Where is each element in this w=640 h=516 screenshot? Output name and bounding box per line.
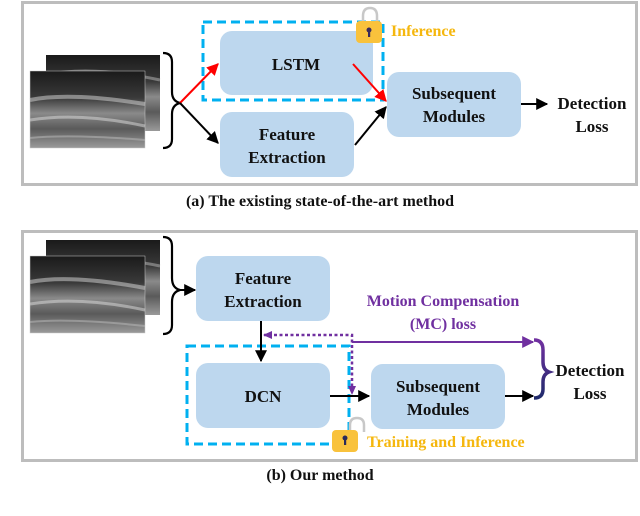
feature-extraction-module-b: Feature Extraction bbox=[196, 256, 330, 321]
feature-extraction-label-line2: Extraction bbox=[248, 148, 326, 167]
subsequent-label-line2: Modules bbox=[423, 107, 486, 126]
arrow-feature-to-subsequent bbox=[354, 106, 387, 146]
inference-tag: Inference bbox=[391, 23, 456, 40]
mc-arrowhead-down bbox=[348, 386, 356, 395]
detection-loss-a-line1: Detection bbox=[558, 94, 627, 113]
lstm-label: LSTM bbox=[272, 55, 320, 74]
mc-loss-label-line1: Motion Compensation bbox=[367, 293, 520, 310]
arrow-input-to-feature bbox=[179, 102, 219, 144]
input-frames-a bbox=[29, 51, 181, 150]
diagram-canvas: LSTM Feature Extraction Subsequent Modul… bbox=[29, 6, 627, 452]
input-brace bbox=[162, 235, 181, 336]
subsequent-modules-b: Subsequent Modules bbox=[371, 364, 505, 429]
input-frames-b bbox=[29, 235, 181, 336]
detection-loss-b-line2: Loss bbox=[573, 384, 606, 403]
dcn-label: DCN bbox=[245, 387, 283, 406]
loss-combine-brace bbox=[533, 338, 555, 400]
subsequent-label-line2: Modules bbox=[407, 400, 470, 419]
video-frames-icon bbox=[29, 240, 161, 334]
input-brace bbox=[162, 51, 181, 150]
subsequent-label-line1: Subsequent bbox=[412, 84, 496, 103]
feature-extraction-module-a: Feature Extraction bbox=[220, 112, 354, 177]
mc-arrowhead-left bbox=[263, 331, 272, 339]
detection-loss-b-line1: Detection bbox=[556, 361, 625, 380]
lstm-module: LSTM bbox=[220, 31, 373, 95]
feature-extraction-label-line1: Feature bbox=[235, 269, 292, 288]
dcn-module: DCN bbox=[196, 363, 330, 428]
video-frames-icon bbox=[29, 55, 161, 149]
feature-extraction-label-line2: Extraction bbox=[224, 292, 302, 311]
mc-loss-label-line2: (MC) loss bbox=[410, 316, 476, 333]
detection-loss-a-line2: Loss bbox=[575, 117, 608, 136]
training-inference-tag: Training and Inference bbox=[367, 434, 525, 451]
subsequent-modules-a: Subsequent Modules bbox=[387, 72, 521, 137]
arrow-input-to-lstm bbox=[179, 63, 219, 104]
subsequent-label-line1: Subsequent bbox=[396, 377, 480, 396]
lock-icon bbox=[356, 6, 382, 43]
feature-extraction-label-line1: Feature bbox=[259, 125, 316, 144]
